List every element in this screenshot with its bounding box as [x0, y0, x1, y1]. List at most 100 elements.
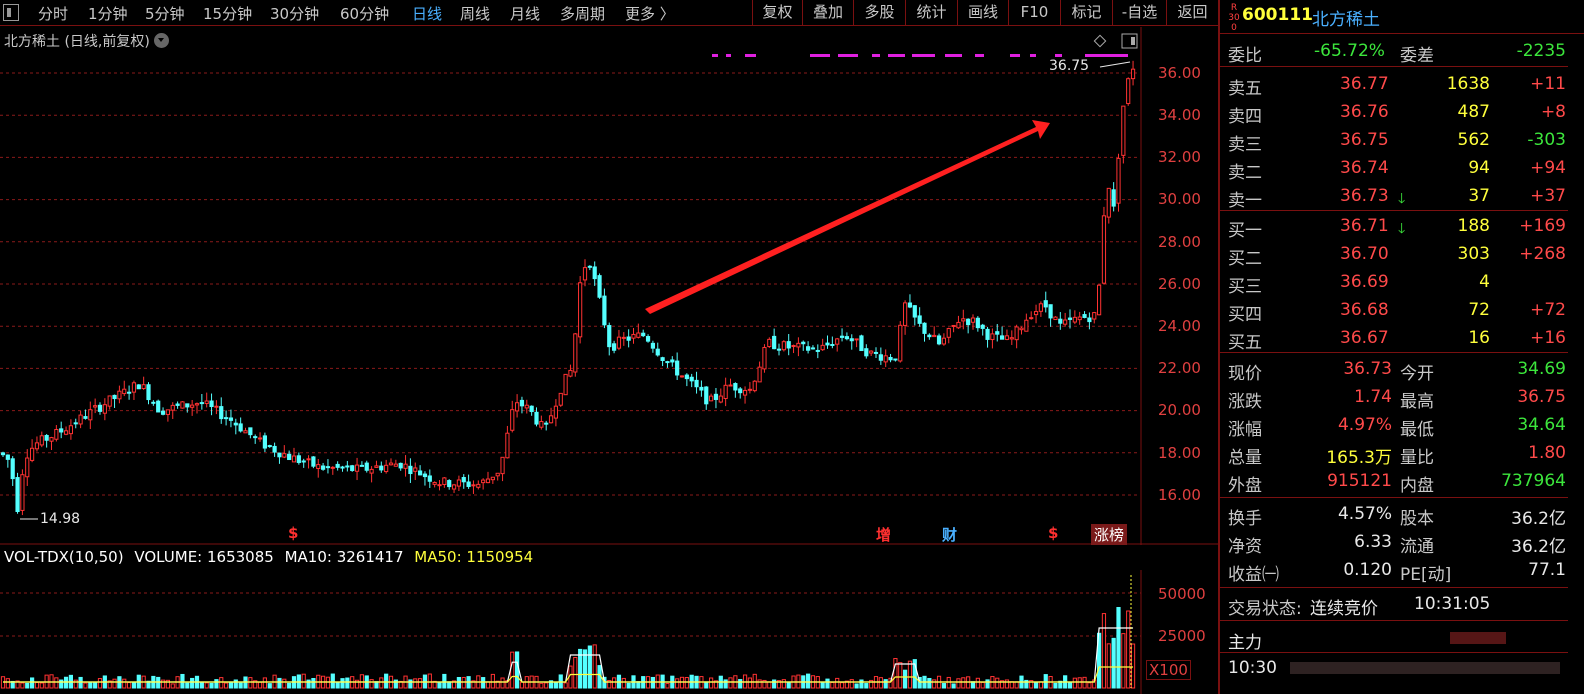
volume-bar-up	[728, 677, 733, 689]
candle-down	[296, 455, 301, 463]
fund-label: 股本	[1400, 509, 1434, 529]
volume-bar-up	[757, 679, 762, 689]
ask-change: +8	[1540, 102, 1566, 122]
stats-button[interactable]: 统计	[905, 0, 957, 26]
candle-up	[306, 458, 311, 461]
volume-bar-down	[209, 682, 214, 689]
candle-up	[194, 403, 200, 406]
price-tick: 18.00	[1158, 444, 1201, 462]
candle-up	[636, 332, 641, 338]
volume-indicator[interactable]: VOL-TDX(10,50)	[4, 548, 124, 566]
f10-button[interactable]: F10	[1008, 0, 1060, 26]
candle-up	[180, 401, 185, 409]
candlestick-chart[interactable]	[0, 27, 1218, 545]
candle-down	[801, 341, 806, 345]
period-daily[interactable]: 日线	[412, 3, 442, 24]
volume-bar-up	[898, 662, 903, 689]
bid-price: 36.71	[1340, 216, 1389, 236]
candle-down	[160, 410, 166, 415]
fund-label: PE[动]	[1400, 565, 1452, 585]
candle-down	[447, 480, 452, 488]
signal-marker[interactable]: $	[288, 524, 298, 542]
signal-marker[interactable]: $	[1048, 524, 1058, 542]
candle-down	[786, 341, 791, 349]
candle-up	[1101, 215, 1107, 284]
candle-up	[54, 428, 59, 440]
back-button[interactable]: 返回	[1166, 0, 1218, 26]
stat-label: 量比	[1400, 448, 1434, 468]
candle-up	[1009, 337, 1014, 340]
candle-up	[393, 463, 398, 467]
candle-up	[354, 464, 360, 472]
price-tick: 16.00	[1158, 486, 1201, 504]
period-weekly[interactable]: 周线	[460, 3, 490, 24]
candle-down	[209, 400, 214, 408]
candle-down	[873, 351, 879, 354]
volume-bar-down	[864, 683, 869, 689]
candle-down	[10, 458, 15, 480]
divider	[1220, 66, 1568, 67]
overlay-button[interactable]: 叠加	[802, 0, 853, 26]
period-intraday[interactable]: 分时	[38, 3, 68, 24]
bid-volume: 188	[1457, 216, 1490, 236]
volume-bar-up	[1038, 681, 1044, 689]
period-30min[interactable]: 30分钟	[270, 3, 319, 24]
candle-up	[165, 409, 171, 415]
signal-marker-increase[interactable]: 增	[876, 524, 891, 545]
candle-up	[471, 484, 476, 487]
candle-up	[190, 404, 195, 408]
signal-dots	[838, 54, 858, 57]
volume-bar-up	[301, 673, 306, 689]
volume-bar-up	[1087, 682, 1092, 689]
volume-bar-down	[854, 683, 859, 689]
ask-row: 卖五 36.77 1638 +11	[1220, 70, 1568, 99]
stock-name[interactable]: 北方稀土	[1312, 5, 1380, 30]
candle-down	[660, 357, 665, 361]
bid-label: 买五	[1228, 333, 1262, 353]
candle-down	[670, 359, 675, 363]
window-toggle-icon[interactable]	[3, 4, 19, 21]
period-monthly[interactable]: 月线	[510, 3, 540, 24]
candle-up	[131, 382, 137, 393]
price-tick: 24.00	[1158, 317, 1201, 335]
signal-dots	[872, 54, 880, 57]
multi-stock-button[interactable]: 多股	[853, 0, 905, 26]
signal-marker-top-list[interactable]: 涨榜	[1091, 524, 1128, 545]
fund-label: 收益㈠	[1228, 565, 1279, 585]
signal-dots	[1085, 54, 1128, 57]
candle-up	[257, 437, 263, 440]
volume-tick: 25000	[1158, 627, 1206, 645]
ask-change: +94	[1530, 158, 1566, 178]
candle-down	[136, 384, 141, 390]
stat-row: 外盘 915121 内盘 737964	[1220, 467, 1568, 496]
candle-down	[287, 453, 292, 461]
volume-bar-up	[461, 676, 466, 689]
volume-bar-up	[204, 682, 209, 689]
adjust-button[interactable]: 复权	[752, 0, 802, 26]
candle-down	[408, 465, 413, 475]
period-more[interactable]: 更多 〉	[625, 3, 675, 24]
volume-bar-up	[980, 681, 985, 689]
mark-button[interactable]: 标记	[1060, 0, 1112, 26]
period-5min[interactable]: 5分钟	[145, 3, 185, 24]
volume-chart[interactable]	[0, 570, 1218, 694]
weicha-value: -2235	[1516, 41, 1566, 61]
candle-down	[15, 477, 20, 513]
draw-line-button[interactable]: 画线	[957, 0, 1008, 26]
stock-code[interactable]: 600111	[1242, 5, 1313, 25]
period-multi[interactable]: 多周期	[560, 3, 605, 24]
candle-up	[1072, 316, 1077, 323]
signal-marker-finance[interactable]: 财	[942, 524, 957, 545]
watchlist-button[interactable]: -自选	[1112, 0, 1166, 26]
candle-up	[1116, 157, 1121, 204]
fund-value: 0.120	[1343, 560, 1392, 580]
candle-up	[485, 478, 491, 484]
candle-down	[185, 403, 190, 408]
stat-value: 165.3万	[1326, 448, 1392, 468]
period-1min[interactable]: 1分钟	[88, 3, 128, 24]
candle-down	[839, 335, 845, 338]
period-60min[interactable]: 60分钟	[340, 3, 389, 24]
period-15min[interactable]: 15分钟	[203, 3, 252, 24]
stat-value: 34.64	[1517, 415, 1566, 435]
candle-down	[922, 322, 927, 334]
